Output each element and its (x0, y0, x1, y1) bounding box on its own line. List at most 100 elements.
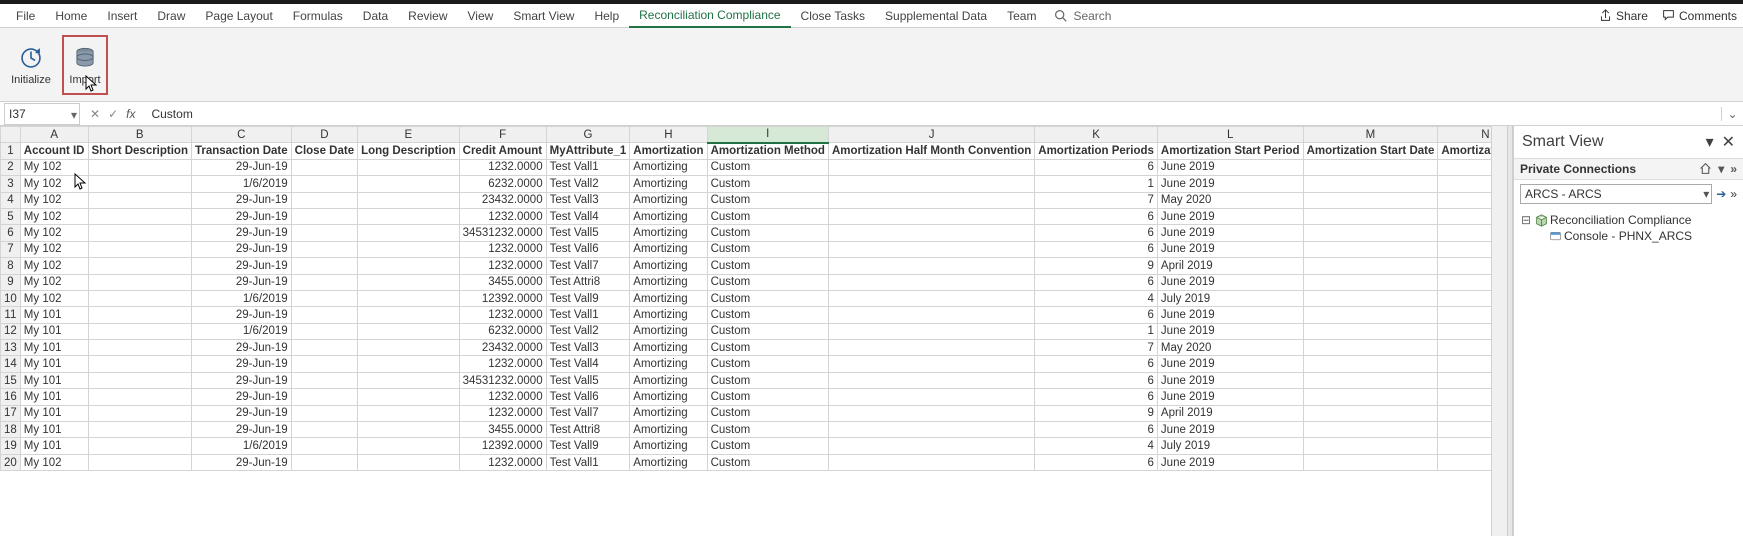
cell[interactable]: Amortizing (630, 454, 707, 470)
field-header[interactable]: Credit Amount (459, 143, 546, 159)
cell[interactable] (291, 389, 357, 405)
cell[interactable]: 29-Jun-19 (191, 208, 291, 224)
cell[interactable]: 6 (1035, 225, 1158, 241)
cell[interactable] (828, 438, 1034, 454)
cell[interactable]: Test Vall9 (546, 438, 630, 454)
cell[interactable]: 1/6/2019 (191, 323, 291, 339)
cell[interactable] (1303, 422, 1438, 438)
cell[interactable] (88, 405, 191, 421)
cell[interactable]: Amortizing (630, 241, 707, 257)
cell[interactable] (358, 241, 460, 257)
cell[interactable]: 6 (1035, 422, 1158, 438)
cell[interactable]: Test Vall3 (546, 192, 630, 208)
cell[interactable]: June 2019 (1157, 307, 1303, 323)
cell[interactable]: 9 (1035, 258, 1158, 274)
cell[interactable]: 6232.0000 (459, 176, 546, 192)
cell[interactable] (1438, 372, 1491, 388)
cell[interactable]: Amortizing (630, 258, 707, 274)
cell[interactable] (88, 274, 191, 290)
cell[interactable] (1303, 192, 1438, 208)
row-header[interactable]: 7 (1, 241, 21, 257)
cell[interactable]: July 2019 (1157, 438, 1303, 454)
field-header[interactable]: Amortization Start Date (1303, 143, 1438, 159)
cell[interactable]: June 2019 (1157, 454, 1303, 470)
cell[interactable]: 1232.0000 (459, 356, 546, 372)
cell[interactable]: Custom (707, 176, 828, 192)
row-header[interactable]: 15 (1, 372, 21, 388)
cell[interactable]: 1232.0000 (459, 208, 546, 224)
cell[interactable] (828, 159, 1034, 175)
more-icon[interactable]: » (1730, 187, 1737, 201)
cell[interactable]: Test Vall3 (546, 340, 630, 356)
col-header-G[interactable]: G (546, 127, 630, 143)
cell[interactable]: 3455.0000 (459, 422, 546, 438)
cell[interactable] (358, 176, 460, 192)
cell[interactable]: June 2019 (1157, 225, 1303, 241)
cell[interactable] (358, 323, 460, 339)
cell[interactable] (358, 159, 460, 175)
cell[interactable] (1438, 323, 1491, 339)
cell[interactable] (358, 290, 460, 306)
cell[interactable]: 12392.0000 (459, 290, 546, 306)
cell[interactable] (88, 372, 191, 388)
cell[interactable]: Custom (707, 438, 828, 454)
cell[interactable]: 1232.0000 (459, 159, 546, 175)
cell[interactable]: June 2019 (1157, 323, 1303, 339)
row-header[interactable]: 11 (1, 307, 21, 323)
cell[interactable] (828, 176, 1034, 192)
cell[interactable]: 6 (1035, 372, 1158, 388)
cell[interactable]: Custom (707, 225, 828, 241)
spreadsheet-grid[interactable]: ABCDEFGHIJKLMN1Account IDShort Descripti… (0, 126, 1491, 536)
cell[interactable]: Test Vall5 (546, 225, 630, 241)
cell[interactable]: My 102 (20, 241, 88, 257)
cell[interactable]: Amortizing (630, 438, 707, 454)
cell[interactable]: Test Vall6 (546, 389, 630, 405)
tree-collapse-icon[interactable]: ⊟ (1520, 213, 1532, 227)
cell[interactable] (1303, 323, 1438, 339)
row-header[interactable]: 5 (1, 208, 21, 224)
cell[interactable]: 6232.0000 (459, 323, 546, 339)
expand-icon[interactable]: » (1730, 162, 1737, 176)
cell[interactable]: Amortizing (630, 340, 707, 356)
cell[interactable]: Custom (707, 307, 828, 323)
cell[interactable]: Custom (707, 208, 828, 224)
cell[interactable]: 1232.0000 (459, 454, 546, 470)
cell[interactable] (358, 192, 460, 208)
cell[interactable]: Custom (707, 159, 828, 175)
cell[interactable]: 29-Jun-19 (191, 405, 291, 421)
cell[interactable]: Custom (707, 454, 828, 470)
cell[interactable]: April 2019 (1157, 258, 1303, 274)
cell[interactable]: My 101 (20, 438, 88, 454)
cell[interactable] (358, 454, 460, 470)
cell[interactable]: My 102 (20, 176, 88, 192)
col-header-H[interactable]: H (630, 127, 707, 143)
cell[interactable] (1303, 438, 1438, 454)
row-header[interactable]: 14 (1, 356, 21, 372)
cell[interactable]: Test Vall6 (546, 241, 630, 257)
cell[interactable] (358, 405, 460, 421)
cell[interactable]: 6 (1035, 159, 1158, 175)
col-header-I[interactable]: I (707, 127, 828, 143)
cell[interactable]: Test Vall2 (546, 176, 630, 192)
cell[interactable]: 6 (1035, 208, 1158, 224)
cell[interactable]: Test Vall2 (546, 323, 630, 339)
col-header-E[interactable]: E (358, 127, 460, 143)
cell[interactable]: Custom (707, 290, 828, 306)
cell[interactable] (291, 258, 357, 274)
cell[interactable]: June 2019 (1157, 241, 1303, 257)
col-header-N[interactable]: N (1438, 127, 1491, 143)
field-header[interactable]: Amortization En (1438, 143, 1491, 159)
cell[interactable] (828, 405, 1034, 421)
cell[interactable]: 1232.0000 (459, 389, 546, 405)
cell[interactable]: 1 (1035, 176, 1158, 192)
cell[interactable]: My 102 (20, 159, 88, 175)
cell[interactable]: My 101 (20, 389, 88, 405)
col-header-D[interactable]: D (291, 127, 357, 143)
cell[interactable]: Custom (707, 405, 828, 421)
tab-review[interactable]: Review (398, 5, 457, 27)
cell[interactable]: 1/6/2019 (191, 290, 291, 306)
field-header[interactable]: Amortization Periods (1035, 143, 1158, 159)
cell[interactable]: June 2019 (1157, 422, 1303, 438)
cell[interactable]: Amortizing (630, 307, 707, 323)
tab-file[interactable]: File (6, 5, 45, 27)
